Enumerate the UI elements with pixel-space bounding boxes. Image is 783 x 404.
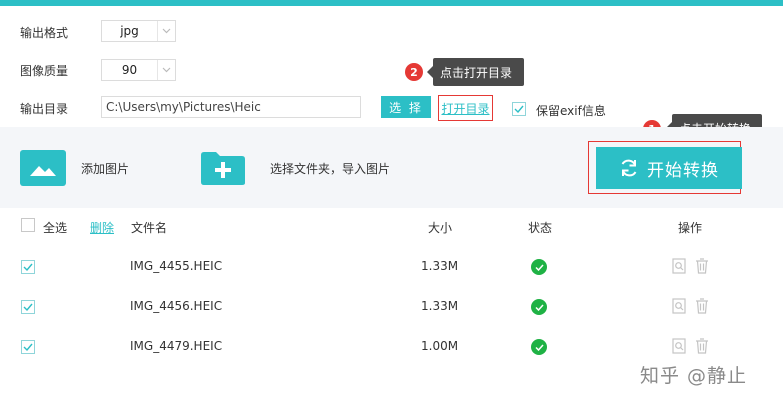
keep-exif-checkbox[interactable] bbox=[512, 102, 526, 116]
check-icon bbox=[23, 343, 33, 351]
keep-exif-label: 保留exif信息 bbox=[536, 104, 606, 118]
success-check-icon bbox=[531, 299, 547, 315]
row-filename: IMG_4455.HEIC bbox=[130, 259, 223, 273]
refresh-icon bbox=[621, 159, 637, 177]
row-checkbox[interactable] bbox=[21, 260, 35, 274]
trash-icon[interactable] bbox=[694, 337, 710, 355]
check-icon bbox=[23, 263, 33, 271]
watermark: 知乎 @静止 bbox=[640, 365, 748, 387]
check-icon bbox=[23, 303, 33, 311]
table-row[interactable]: IMG_4455.HEIC 1.33M bbox=[0, 247, 783, 287]
choose-dir-button[interactable]: 选 择 bbox=[381, 96, 431, 118]
top-accent-bar bbox=[0, 0, 783, 6]
add-image-button[interactable]: 添加图片 bbox=[81, 160, 129, 177]
step-badge-2: 2 bbox=[405, 63, 423, 81]
start-convert-label: 开始转换 bbox=[647, 160, 719, 181]
preview-icon[interactable] bbox=[671, 337, 687, 355]
table-row[interactable]: IMG_4456.HEIC 1.33M bbox=[0, 287, 783, 327]
trash-icon[interactable] bbox=[694, 257, 710, 275]
chevron-down-icon bbox=[157, 60, 175, 80]
format-select[interactable]: jpg bbox=[101, 20, 176, 42]
col-filename-header: 文件名 bbox=[131, 221, 168, 235]
row-filename: IMG_4456.HEIC bbox=[130, 299, 223, 313]
start-convert-button[interactable]: 开始转换 bbox=[596, 147, 742, 189]
output-dir-input[interactable] bbox=[101, 96, 361, 118]
row-size: 1.00M bbox=[421, 339, 459, 353]
chevron-down-icon bbox=[157, 21, 175, 41]
trash-icon[interactable] bbox=[694, 297, 710, 315]
format-value: jpg bbox=[120, 24, 139, 38]
format-label: 输出格式 bbox=[20, 26, 69, 40]
success-check-icon bbox=[531, 339, 547, 355]
select-all-label: 全选 bbox=[43, 221, 68, 235]
folder-add-icon[interactable] bbox=[200, 150, 246, 186]
row-checkbox[interactable] bbox=[21, 340, 35, 354]
success-check-icon bbox=[531, 259, 547, 275]
open-dir-link[interactable]: 打开目录 bbox=[438, 95, 493, 121]
quality-select[interactable]: 90 bbox=[101, 59, 176, 81]
col-action-header: 操作 bbox=[678, 221, 703, 235]
col-size-header: 大小 bbox=[428, 221, 453, 235]
quality-value: 90 bbox=[121, 63, 138, 77]
preview-icon[interactable] bbox=[671, 257, 687, 275]
select-all-checkbox[interactable] bbox=[21, 218, 35, 232]
col-status-header: 状态 bbox=[528, 221, 553, 235]
output-dir-label: 输出目录 bbox=[20, 102, 69, 116]
row-filename: IMG_4479.HEIC bbox=[130, 339, 223, 353]
row-checkbox[interactable] bbox=[21, 300, 35, 314]
delete-link[interactable]: 删除 bbox=[90, 219, 114, 236]
row-size: 1.33M bbox=[421, 299, 459, 313]
image-icon[interactable] bbox=[20, 150, 66, 186]
select-folder-button[interactable]: 选择文件夹，导入图片 bbox=[270, 160, 390, 177]
open-dir-tooltip: 点击打开目录 bbox=[427, 58, 524, 86]
quality-label: 图像质量 bbox=[20, 64, 69, 78]
row-size: 1.33M bbox=[421, 259, 459, 273]
check-icon bbox=[514, 105, 524, 113]
preview-icon[interactable] bbox=[671, 297, 687, 315]
